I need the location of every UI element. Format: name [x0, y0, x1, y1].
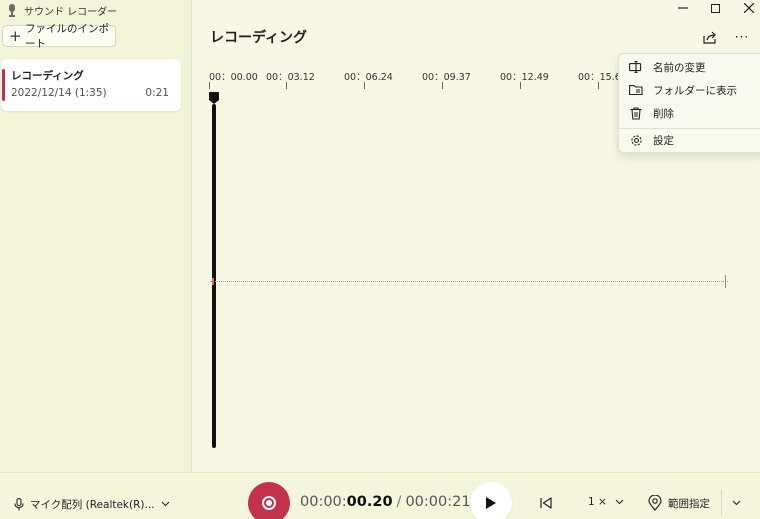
divider [721, 490, 722, 516]
gear-icon [629, 133, 643, 147]
rename-icon [629, 60, 643, 74]
record-button[interactable] [248, 482, 290, 519]
menu-item-label: 設定 [653, 134, 674, 147]
time-display: 00:00:00.20/00:00:21 [300, 494, 471, 510]
maximize-button[interactable] [700, 0, 730, 16]
location-pin-icon [648, 495, 662, 511]
recording-name: レコーディング [11, 70, 84, 82]
playback-speed-label: 1 × [588, 496, 607, 508]
play-icon [486, 497, 496, 509]
microphone-icon [14, 497, 24, 510]
microphone-label: マイク配列 (Realtek(R)... [30, 498, 155, 511]
timeline-label: 00：00.00 [209, 72, 258, 83]
selected-indicator [2, 69, 5, 101]
timeline-label: 00：12.49 [500, 72, 549, 83]
playhead-line[interactable] [212, 104, 216, 448]
maximize-icon [710, 3, 720, 13]
skip-back-button[interactable] [536, 494, 556, 512]
waveform-start-marker [212, 278, 214, 285]
total-time: 00:00:21 [405, 494, 471, 510]
import-file-button[interactable]: + ファイルのインポート [2, 23, 116, 50]
timeline-tick [209, 82, 210, 89]
timeline-tick [442, 82, 443, 89]
menu-item-rename[interactable]: 名前の変更 [619, 56, 760, 78]
time-separator: / [396, 494, 402, 510]
playhead-handle[interactable] [209, 92, 219, 104]
minimize-icon [678, 7, 688, 9]
menu-item-label: 削除 [653, 107, 674, 120]
menu-item-settings[interactable]: 設定 [619, 129, 760, 151]
app-mic-icon [8, 3, 16, 17]
share-button[interactable] [700, 28, 720, 46]
timeline-tick [520, 82, 521, 89]
app-title-bar: サウンド レコーダー [8, 2, 117, 18]
range-select-label: 範囲指定 [668, 497, 710, 510]
app-title: サウンド レコーダー [24, 6, 118, 18]
context-menu: 名前の変更 フォルダーに表示 削除 設定 [618, 53, 760, 153]
close-button[interactable] [734, 0, 760, 16]
range-select-button[interactable]: 範囲指定 [648, 494, 710, 512]
waveform-baseline [210, 281, 728, 282]
trash-icon [629, 106, 643, 120]
more-options-button[interactable]: ··· [732, 28, 752, 46]
folder-icon [629, 83, 643, 97]
recording-date: 2022/12/14 (1:35) [11, 87, 107, 99]
timeline-label: 00：03.12 [266, 72, 315, 83]
chevron-down-icon [615, 499, 624, 505]
playback-speed-select[interactable]: 1 × [588, 496, 624, 508]
page-title: レコーディング [210, 30, 308, 46]
more-icon: ··· [734, 30, 750, 44]
timeline-tick [598, 82, 599, 89]
recording-duration: 0:21 [145, 87, 169, 99]
recording-list-item[interactable]: レコーディング 2022/12/14 (1:35) 0:21 [1, 59, 181, 111]
timeline-label: 00：09.37 [422, 72, 471, 83]
chevron-down-icon [161, 501, 169, 507]
minimize-button[interactable] [668, 0, 698, 16]
expand-button[interactable] [728, 496, 744, 510]
timeline-tick [286, 82, 287, 89]
play-button[interactable] [470, 482, 512, 519]
skip-back-icon [540, 497, 552, 509]
microphone-select[interactable]: マイク配列 (Realtek(R)... [14, 496, 170, 512]
menu-item-label: フォルダーに表示 [653, 84, 737, 97]
current-time-seconds: 00.20 [346, 494, 393, 510]
menu-item-label: 名前の変更 [653, 61, 706, 74]
chevron-down-icon [732, 500, 740, 506]
current-time-prefix: 00:00: [300, 494, 347, 510]
waveform-end-marker [725, 275, 726, 288]
plus-icon: + [9, 26, 22, 45]
close-icon [744, 3, 754, 13]
menu-item-show-in-folder[interactable]: フォルダーに表示 [619, 79, 760, 101]
timeline-tick [364, 82, 365, 89]
import-file-label: ファイルのインポート [25, 23, 109, 50]
timeline-label: 00：06.24 [344, 72, 393, 83]
share-icon [703, 31, 716, 44]
menu-item-delete[interactable]: 削除 [619, 102, 760, 124]
record-icon [262, 496, 276, 510]
